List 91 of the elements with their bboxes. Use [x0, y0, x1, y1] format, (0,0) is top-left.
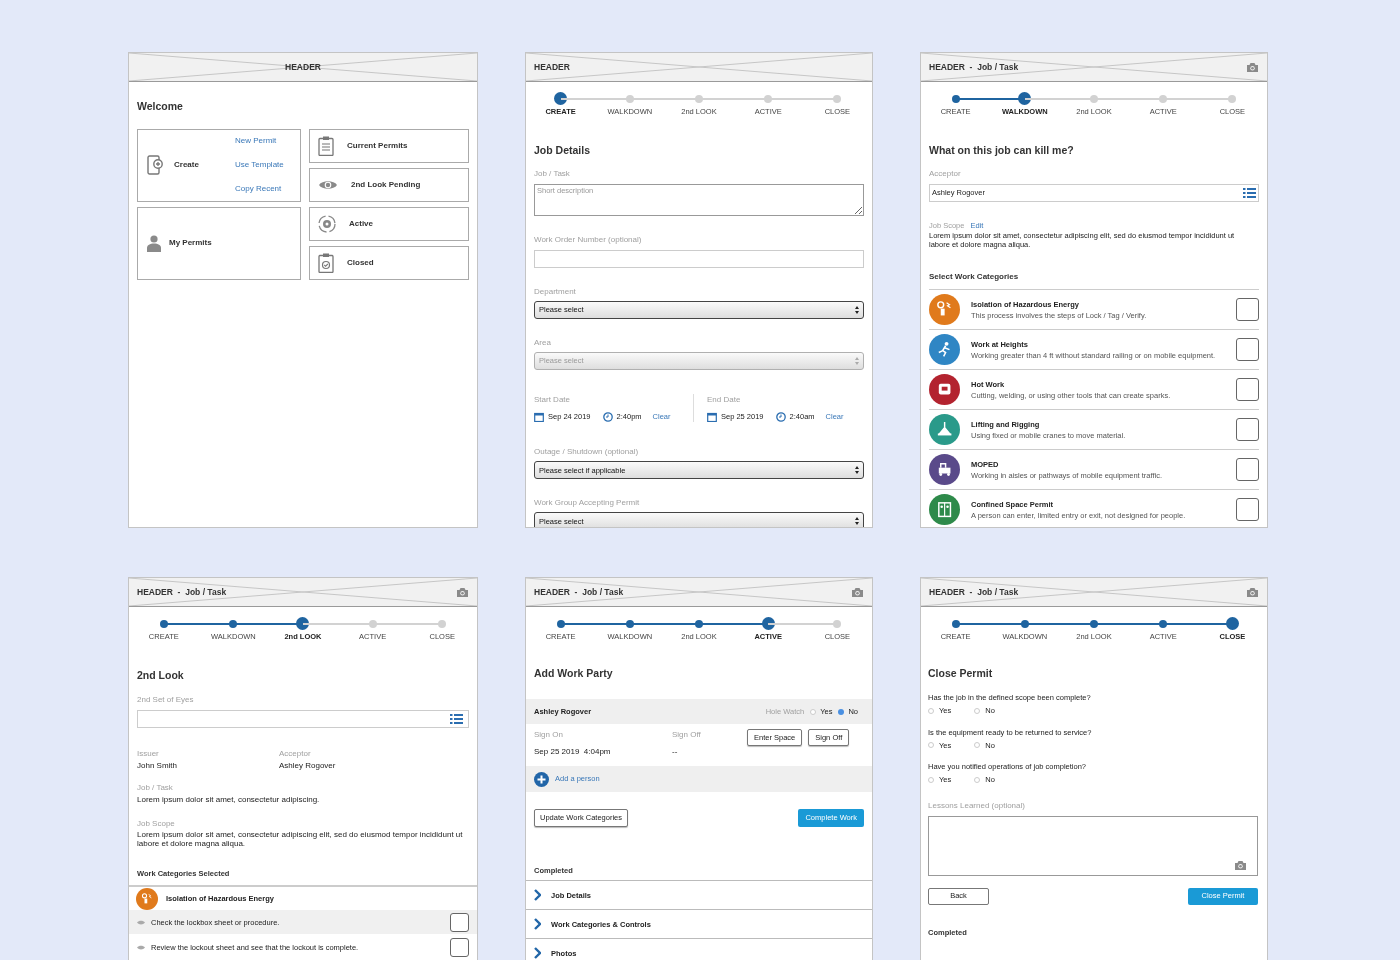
- header-title: HEADER - Job / Task: [929, 60, 1019, 74]
- create-label: Create: [174, 159, 200, 172]
- calendar-icon[interactable]: [707, 411, 717, 422]
- camera-icon[interactable]: [1246, 586, 1259, 598]
- field-label: Work Group Accepting Permit: [534, 497, 641, 510]
- field-label: Job / Task: [137, 782, 174, 794]
- field-value: Ashley Rogover: [279, 760, 337, 772]
- radio-button[interactable]: [928, 707, 934, 714]
- header-title: HEADER: [534, 60, 570, 74]
- page-title: What on this job can kill me?: [929, 143, 1075, 159]
- clock-icon[interactable]: [602, 411, 613, 422]
- checkbox[interactable]: [1236, 298, 1259, 322]
- create-link[interactable]: Use Template: [235, 159, 284, 172]
- field-label: Lessons Learned (optional): [928, 799, 1026, 812]
- camera-icon[interactable]: [1246, 61, 1259, 73]
- field-label: Job Scope: [137, 818, 176, 830]
- header-title: HEADER - Job / Task: [929, 585, 1019, 599]
- camera-icon[interactable]: [851, 586, 864, 598]
- header-title: HEADER: [285, 60, 321, 74]
- chevron-icon: [534, 947, 541, 960]
- page-title: Job Details: [534, 143, 592, 159]
- field-label: Work Order Number (optional): [534, 234, 643, 246]
- field-label: Start Date: [534, 394, 571, 406]
- checkbox[interactable]: [450, 912, 469, 932]
- field-label: End Date: [707, 394, 742, 406]
- eye-icon: [318, 178, 338, 191]
- field-label: Sign On: [534, 729, 564, 741]
- eye-icon: [137, 919, 145, 925]
- checkbox[interactable]: [450, 937, 469, 957]
- checkbox[interactable]: [1236, 378, 1259, 402]
- sort-arrows-icon: [855, 517, 859, 526]
- checkbox[interactable]: [1236, 498, 1259, 522]
- chevron-icon: [534, 918, 541, 931]
- field-value: --: [672, 746, 679, 758]
- input-field[interactable]: [137, 710, 469, 728]
- menu-tile[interactable]: Current Permits: [309, 128, 469, 163]
- field-value: Lorem ipsum dolor sit amet, consectetur adipiscing.: [137, 794, 321, 806]
- sort-arrows-icon: [855, 466, 859, 475]
- page-title: Add Work Party: [534, 666, 614, 682]
- text-area[interactable]: [928, 815, 1258, 876]
- page-title: Close Permit: [928, 666, 994, 682]
- field-label: Area: [534, 337, 552, 349]
- create-link[interactable]: Copy Recent: [235, 183, 284, 196]
- field-label: 2nd Set of Eyes: [137, 694, 195, 706]
- radio-button[interactable]: [838, 708, 845, 715]
- field-label: Job / Task: [534, 168, 571, 180]
- field-value: Lorem ipsum dolor sit amet, consectetur adipiscing elit, sed do eiusmod tempor incididunt ut labore et dolore magna aliqua.: [137, 830, 464, 848]
- field-label: Acceptor: [929, 168, 962, 180]
- phone-plus-icon: [147, 155, 163, 176]
- my-permits-tile[interactable]: My Permits: [137, 206, 301, 280]
- checkbox[interactable]: [1236, 338, 1259, 362]
- field-value: Sep 25 2019 4:04pm: [534, 746, 612, 758]
- field-label: Department: [534, 286, 577, 298]
- camera-icon[interactable]: [456, 586, 469, 598]
- header-title: HEADER - Job / Task: [137, 585, 227, 599]
- plus-circle-icon: [534, 771, 549, 787]
- chevron-icon: [534, 889, 541, 902]
- clipboard-icon: [318, 135, 334, 156]
- radio-button[interactable]: [928, 776, 934, 783]
- clipboard-check-icon: [318, 252, 334, 273]
- gear-icon: [318, 214, 336, 233]
- field-label: Issuer: [137, 748, 160, 760]
- list-icon[interactable]: [1243, 188, 1256, 198]
- radio-button[interactable]: [974, 776, 981, 783]
- field-label: Outage / Shutdown (optional): [534, 446, 640, 459]
- create-link[interactable]: New Permit: [235, 135, 284, 148]
- field-label: Acceptor: [279, 748, 312, 760]
- radio-button[interactable]: [810, 708, 817, 715]
- radio-button[interactable]: [974, 707, 981, 714]
- field-value: John Smith: [137, 760, 179, 772]
- person-icon: [147, 234, 161, 252]
- page-title: Welcome: [137, 99, 184, 114]
- sort-arrows-icon: [855, 306, 859, 314]
- menu-tile[interactable]: Closed: [309, 245, 469, 280]
- page-title: 2nd Look: [137, 668, 185, 684]
- radio-button[interactable]: [928, 742, 934, 749]
- calendar-icon[interactable]: [534, 411, 544, 422]
- field-label: Sign Off: [672, 729, 702, 741]
- sort-arrows-icon: [855, 357, 859, 365]
- menu-tile[interactable]: 2nd Look Pending: [309, 167, 469, 202]
- menu-tile[interactable]: Active: [309, 206, 469, 241]
- input-field[interactable]: [534, 250, 864, 268]
- radio-button[interactable]: [974, 742, 981, 749]
- list-icon[interactable]: [450, 714, 463, 724]
- header-title: HEADER - Job / Task: [534, 585, 624, 599]
- eye-icon: [137, 944, 145, 950]
- section-title: Select Work Categories: [929, 271, 1020, 284]
- clock-icon[interactable]: [775, 411, 786, 422]
- checkbox[interactable]: [1236, 418, 1259, 442]
- checkbox[interactable]: [1236, 458, 1259, 482]
- camera-icon[interactable]: [1234, 859, 1247, 871]
